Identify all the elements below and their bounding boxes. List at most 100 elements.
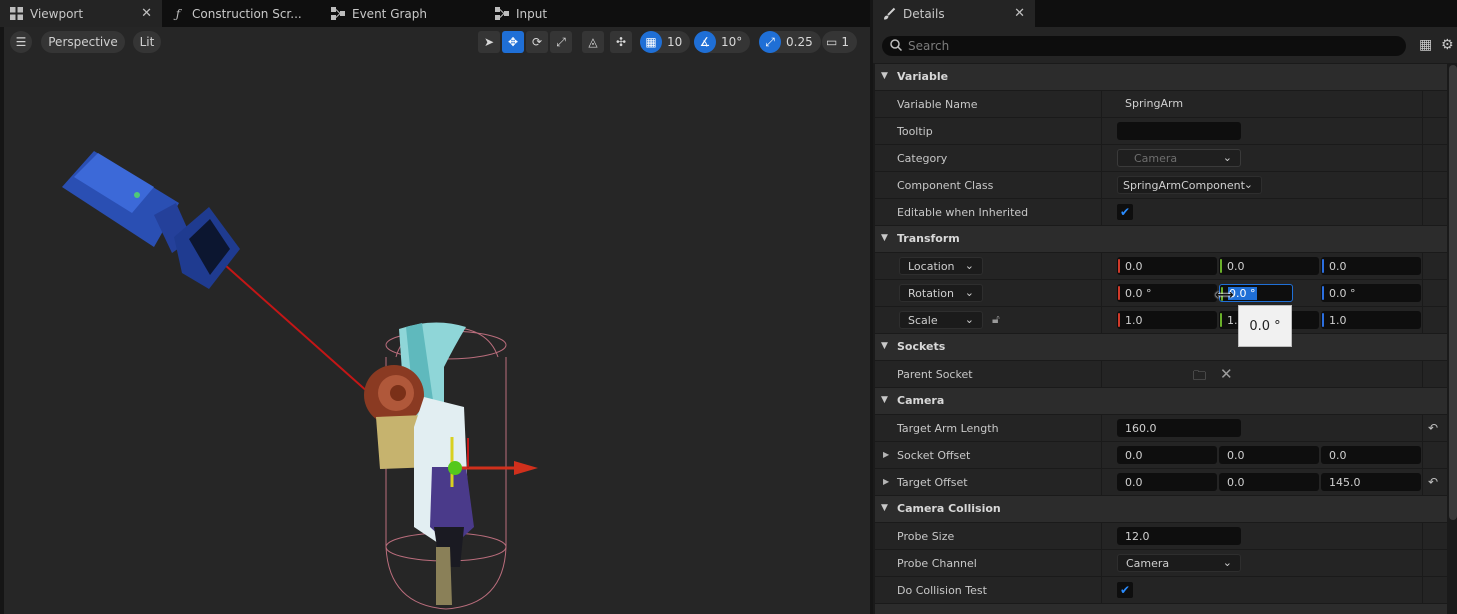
tab-event-graph[interactable]: Event Graph xyxy=(322,0,486,27)
tab-input-label: Input xyxy=(516,6,548,21)
category-dropdown[interactable]: Camera ⌄ xyxy=(1117,149,1241,167)
prop-location: Location ⌄ 0.0 0.0 0.0 xyxy=(875,253,1447,279)
close-icon[interactable]: ✕ xyxy=(141,6,152,21)
prop-label: Tooltip xyxy=(897,125,933,138)
chevron-down-icon: ⌄ xyxy=(964,259,974,272)
socket-offset-x-field[interactable]: 0.0 xyxy=(1117,446,1217,464)
prop-label: Socket Offset xyxy=(897,449,971,462)
scene-render xyxy=(62,151,538,610)
location-x-value: 0.0 xyxy=(1125,259,1143,273)
do-collision-test-checkbox[interactable]: ✔ xyxy=(1117,582,1133,598)
value-tooltip: 0.0 ° xyxy=(1238,305,1292,347)
prop-label: Parent Socket xyxy=(897,368,973,381)
prop-tooltip: Tooltip xyxy=(875,118,1447,144)
component-class-dropdown[interactable]: SpringArmComponent ⌄ xyxy=(1117,176,1262,194)
function-icon: ƒ xyxy=(175,6,181,21)
details-scrollbar[interactable] xyxy=(1449,65,1457,520)
probe-size-input[interactable]: 12.0 xyxy=(1117,527,1241,545)
editable-inherited-checkbox[interactable]: ✔ xyxy=(1117,204,1133,220)
category-label: Transform xyxy=(897,232,960,245)
category-transform[interactable]: ▼ Transform xyxy=(875,226,1447,252)
prop-label: Do Collision Test xyxy=(897,584,987,597)
expand-arrow-icon[interactable]: ▶ xyxy=(883,450,889,459)
resize-cursor-icon: ⟷ xyxy=(1215,288,1234,303)
prop-probe-channel: Probe Channel Camera ⌄ xyxy=(875,550,1447,576)
location-mode-dropdown[interactable]: Location ⌄ xyxy=(899,257,983,275)
prop-label: Target Offset xyxy=(897,476,968,489)
probe-channel-value: Camera xyxy=(1126,556,1170,570)
tooltip-input[interactable] xyxy=(1117,122,1241,140)
scale-z-value: 1.0 xyxy=(1329,313,1347,327)
spring-arm-line xyxy=(215,256,370,394)
probe-channel-dropdown[interactable]: Camera ⌄ xyxy=(1117,554,1241,572)
viewport-3d[interactable]: ☰ Perspective Lit ➤ ✥ ⟳ ⤢ ◬ ✣ ▦ 10 ∡ 10°… xyxy=(4,27,870,614)
scale-x-field[interactable]: 1.0 xyxy=(1117,311,1217,329)
prop-variable-name: Variable Name SpringArm xyxy=(875,91,1447,117)
category-label: Camera xyxy=(897,394,945,407)
prop-label: Probe Size xyxy=(897,530,955,543)
socket-offset-y-field[interactable]: 0.0 xyxy=(1219,446,1319,464)
camera-mesh xyxy=(62,151,240,289)
socket-offset-z-field[interactable]: 0.0 xyxy=(1321,446,1421,464)
prop-probe-size: Probe Size 12.0 xyxy=(875,523,1447,549)
collapse-arrow-icon: ▼ xyxy=(881,233,888,243)
category-label: Sockets xyxy=(897,340,946,353)
scale-label: Scale xyxy=(908,313,938,327)
scale-z-field[interactable]: 1.0 xyxy=(1321,311,1421,329)
scale-mode-dropdown[interactable]: Scale ⌄ xyxy=(899,311,983,329)
tab-input[interactable]: Input xyxy=(486,0,606,27)
tab-viewport[interactable]: Viewport ✕ xyxy=(0,0,162,27)
location-y-field[interactable]: 0.0 xyxy=(1219,257,1319,275)
target-offset-x-field[interactable]: 0.0 xyxy=(1117,473,1217,491)
category-label: Variable xyxy=(897,70,949,83)
prop-rotation: Rotation ⌄ 0.0 ° 0.0 ° 0.0 ° xyxy=(875,280,1447,306)
browse-socket-icon[interactable]: 🗀︎ xyxy=(1193,367,1206,389)
location-x-field[interactable]: 0.0 xyxy=(1117,257,1217,275)
category-camera-collision[interactable]: ▼ Camera Collision xyxy=(875,496,1447,522)
location-z-field[interactable]: 0.0 xyxy=(1321,257,1421,275)
prop-parent-socket: Parent Socket 🗀︎ ✕ xyxy=(875,361,1447,387)
chevron-down-icon: ⌄ xyxy=(964,313,974,326)
prop-label: Probe Channel xyxy=(897,557,977,570)
target-offset-z-field[interactable]: 145.0 xyxy=(1321,473,1421,491)
tab-viewport-label: Viewport xyxy=(30,6,84,21)
target-arm-length-input[interactable]: 160.0 xyxy=(1117,419,1241,437)
rotation-z-field[interactable]: 0.0 ° xyxy=(1321,284,1421,302)
chevron-down-icon: ⌄ xyxy=(1222,556,1232,569)
rotation-x-value: 0.0 ° xyxy=(1125,286,1152,300)
expand-arrow-icon[interactable]: ▶ xyxy=(883,477,889,486)
category-camera[interactable]: ▼ Camera xyxy=(875,388,1447,414)
chevron-down-icon: ⌄ xyxy=(964,286,974,299)
reset-default-icon[interactable]: ↶ xyxy=(1428,421,1438,435)
grid-icon xyxy=(8,6,24,22)
chevron-down-icon: ⌄ xyxy=(1243,178,1253,191)
unlock-icon[interactable]: 🔓︎ xyxy=(992,312,1000,327)
tab-event-graph-label: Event Graph xyxy=(352,6,427,21)
category-partial xyxy=(875,604,1447,614)
scale-x-value: 1.0 xyxy=(1125,313,1143,327)
scale-y-value: 1. xyxy=(1227,313,1238,327)
clear-icon[interactable]: ✕ xyxy=(1220,365,1233,383)
prop-label: Category xyxy=(897,152,948,165)
prop-scale: Scale ⌄ 🔓︎ 1.0 1. 1.0 xyxy=(875,307,1447,333)
prop-component-class: Component Class SpringArmComponent ⌄ xyxy=(875,172,1447,198)
prop-label: Component Class xyxy=(897,179,994,192)
target-offset-y-field[interactable]: 0.0 xyxy=(1219,473,1319,491)
category-sockets[interactable]: ▼ Sockets xyxy=(875,334,1447,360)
details-rows: ▼ Variable Variable Name SpringArm Toolt… xyxy=(873,0,1457,614)
rotation-x-field[interactable]: 0.0 ° xyxy=(1117,284,1217,302)
editor-tab-bar: Viewport ✕ ƒ Construction Scr... Event G… xyxy=(0,0,870,27)
prop-target-offset: ▶ Target Offset 0.0 0.0 145.0 ↶ xyxy=(875,469,1447,495)
chevron-down-icon: ⌄ xyxy=(1222,151,1232,164)
tab-construction-script[interactable]: ƒ Construction Scr... xyxy=(162,0,322,27)
prop-label: Target Arm Length xyxy=(897,422,999,435)
rotation-mode-dropdown[interactable]: Rotation ⌄ xyxy=(899,284,983,302)
graph-icon xyxy=(494,6,510,22)
location-z-value: 0.0 xyxy=(1329,259,1347,273)
location-label: Location xyxy=(908,259,955,273)
reset-default-icon[interactable]: ↶ xyxy=(1428,475,1438,489)
prop-label: Variable Name xyxy=(897,98,978,111)
variable-name-value[interactable]: SpringArm xyxy=(1125,97,1183,110)
category-variable[interactable]: ▼ Variable xyxy=(875,64,1447,90)
collapse-arrow-icon: ▼ xyxy=(881,395,888,405)
